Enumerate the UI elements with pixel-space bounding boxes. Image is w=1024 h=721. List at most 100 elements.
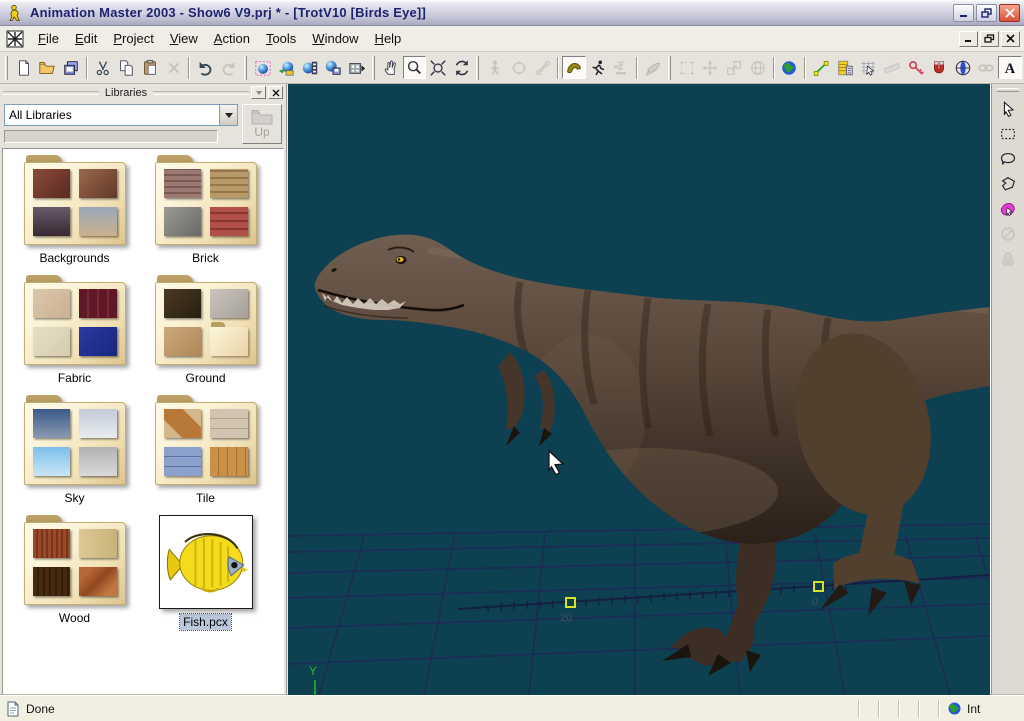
child-close-button[interactable] xyxy=(1001,31,1020,47)
library-item-label[interactable]: Fabric xyxy=(55,370,94,386)
zoom-to-fit-button[interactable] xyxy=(426,56,450,79)
copy-button[interactable] xyxy=(115,56,139,79)
menu-help[interactable]: Help xyxy=(367,28,410,49)
undo-button[interactable] xyxy=(193,56,217,79)
properties-tool-button[interactable] xyxy=(833,56,857,79)
save-all-button[interactable] xyxy=(59,56,83,79)
library-item-label[interactable]: Ground xyxy=(182,370,228,386)
keyframe-marker-0[interactable] xyxy=(814,582,823,591)
muscle-mode-button[interactable] xyxy=(562,56,586,79)
panel-rollup-button[interactable] xyxy=(251,86,266,99)
paste-button[interactable] xyxy=(138,56,162,79)
keyframe-marker-20[interactable] xyxy=(566,598,575,607)
image-preview[interactable] xyxy=(159,515,253,609)
folder-icon[interactable] xyxy=(155,155,257,245)
render-mode-button[interactable] xyxy=(251,56,275,79)
trex-model[interactable] xyxy=(315,234,990,676)
menu-action[interactable]: Action xyxy=(206,28,258,49)
status-pane xyxy=(878,700,898,718)
toolbar-grip[interactable] xyxy=(668,56,671,80)
libraries-panel-header[interactable]: Libraries xyxy=(0,84,286,101)
menu-view[interactable]: View xyxy=(162,28,206,49)
texture-thumbnail xyxy=(33,567,71,596)
child-restore-button[interactable] xyxy=(980,31,999,47)
world-space-button[interactable] xyxy=(778,56,802,79)
rect-select-tool-button[interactable] xyxy=(996,122,1020,145)
magnet-mode-button[interactable] xyxy=(927,56,951,79)
library-item-label[interactable]: Brick xyxy=(189,250,222,266)
open-project-button[interactable] xyxy=(36,56,60,79)
rotoscope-tool-button[interactable] xyxy=(951,56,975,79)
toolbar-grip[interactable] xyxy=(5,56,8,80)
render-to-file-button[interactable] xyxy=(298,56,322,79)
select-tool-button[interactable] xyxy=(996,97,1020,120)
y-axis-label: Y xyxy=(309,664,317,678)
toolbar-grip[interactable] xyxy=(244,56,247,80)
turn-tool-button[interactable] xyxy=(450,56,474,79)
menu-project[interactable]: Project xyxy=(105,28,161,49)
cut-button[interactable] xyxy=(91,56,115,79)
main-toolbar xyxy=(0,52,1024,84)
preview-animation-button[interactable] xyxy=(345,56,369,79)
viewport-birds-eye[interactable]: 20 0 Y xyxy=(288,84,990,695)
library-item-label[interactable]: Backgrounds xyxy=(36,250,112,266)
library-item-label[interactable]: Wood xyxy=(56,610,93,626)
folder-icon[interactable] xyxy=(24,515,126,605)
minimize-button[interactable] xyxy=(953,4,974,22)
combobox-dropdown-button[interactable] xyxy=(219,105,237,125)
group-tool-icon xyxy=(999,225,1017,243)
toolbar-grip[interactable] xyxy=(476,56,479,80)
menu-tools[interactable]: Tools xyxy=(258,28,304,49)
toolbar-grip[interactable] xyxy=(997,88,1019,92)
texture-thumbnail xyxy=(33,169,71,198)
child-minimize-button[interactable] xyxy=(959,31,978,47)
folder-icon[interactable] xyxy=(24,275,126,365)
turn-tool-icon xyxy=(453,59,471,77)
render-lock-button[interactable] xyxy=(274,56,298,79)
library-item-label[interactable]: Sky xyxy=(61,490,87,506)
folder-icon[interactable] xyxy=(155,275,257,365)
font-tool-button[interactable] xyxy=(998,56,1022,79)
menu-window[interactable]: Window xyxy=(304,28,366,49)
library-filter-combobox[interactable]: All Libraries xyxy=(4,104,238,126)
library-up-button: Up xyxy=(242,104,282,144)
lasso-select-tool-button[interactable] xyxy=(996,147,1020,170)
polygon-select-tool-button[interactable] xyxy=(996,172,1020,195)
folder-icon[interactable] xyxy=(155,395,257,485)
library-folder-item[interactable]: Sky xyxy=(9,395,140,506)
library-item-label[interactable]: Tile xyxy=(193,490,218,506)
character-mode-button xyxy=(483,56,507,79)
patch-select-tool-button[interactable] xyxy=(996,197,1020,220)
library-folder-item[interactable]: Fabric xyxy=(9,275,140,386)
title-bar[interactable]: Animation Master 2003 - Show6 V9.prj * -… xyxy=(0,0,1024,26)
folder-icon[interactable] xyxy=(24,155,126,245)
close-button[interactable] xyxy=(999,4,1020,22)
restore-button[interactable] xyxy=(976,4,997,22)
library-folder-item[interactable]: Ground xyxy=(140,275,271,386)
menu-edit[interactable]: Edit xyxy=(67,28,105,49)
library-item-label[interactable]: Fish.pcx xyxy=(180,614,231,630)
library-folder-item[interactable]: Brick xyxy=(140,155,271,266)
skeletal-mode-button[interactable] xyxy=(586,56,610,79)
path-tool-button[interactable] xyxy=(809,56,833,79)
modeling-mode-icon xyxy=(510,59,528,77)
toolbar-grip[interactable] xyxy=(372,56,375,80)
child-window-menu-icon[interactable] xyxy=(6,30,24,48)
move-tool-button[interactable] xyxy=(379,56,403,79)
new-project-button[interactable] xyxy=(12,56,36,79)
library-folder-item[interactable]: Tile xyxy=(140,395,271,506)
save-animation-button[interactable] xyxy=(322,56,346,79)
library-folder-item[interactable]: Wood xyxy=(9,515,140,630)
key-tool-button[interactable] xyxy=(904,56,928,79)
menu-file[interactable]: File xyxy=(30,28,67,49)
dynamics-mode-icon xyxy=(612,59,630,77)
panel-close-button[interactable] xyxy=(268,86,283,99)
library-image-item[interactable]: Fish.pcx xyxy=(140,515,271,630)
zoom-to-fit-icon xyxy=(429,59,447,77)
library-folder-item[interactable]: Backgrounds xyxy=(9,155,140,266)
grid-snap-button[interactable] xyxy=(856,56,880,79)
zoom-tool-button[interactable] xyxy=(403,56,427,79)
texture-thumbnail xyxy=(33,207,71,236)
rotoscope-tool-icon xyxy=(954,59,972,77)
folder-icon[interactable] xyxy=(24,395,126,485)
